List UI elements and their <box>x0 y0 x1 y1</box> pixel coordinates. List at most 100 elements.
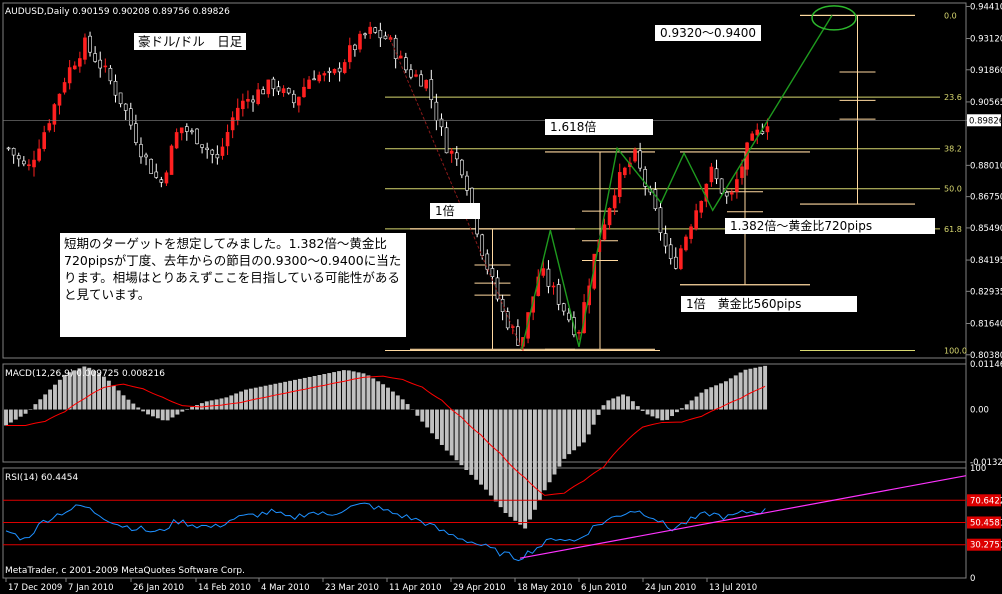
candle-body <box>62 82 67 93</box>
candle-body <box>398 55 403 59</box>
candle-body <box>714 168 719 180</box>
candle-body <box>638 150 642 169</box>
candle-body <box>144 154 148 158</box>
candle-body <box>312 78 316 81</box>
fib-level-label: 61.8 <box>944 225 962 234</box>
candle-body <box>230 117 235 131</box>
candle-body <box>302 86 306 98</box>
candle-body <box>27 164 31 167</box>
candle-body <box>164 172 169 184</box>
candle-body <box>556 284 561 305</box>
rsi-tick-label: 70.6422 <box>970 496 1002 506</box>
rsi-tick-label: 30.2751 <box>970 541 1002 551</box>
candle-body <box>235 107 240 121</box>
candle-body <box>205 147 209 150</box>
fib-level-label: 38.2 <box>944 145 962 154</box>
candle-body <box>765 126 770 133</box>
candle-body <box>663 233 668 247</box>
candle-body <box>154 171 159 178</box>
candle-body <box>11 148 16 156</box>
candle-body <box>342 62 347 73</box>
candle-body <box>118 92 123 105</box>
candle-body <box>72 65 77 70</box>
date-tick-label: 13 Jul 2010 <box>709 583 757 593</box>
footer-copyright: MetaTrader, c 2001-2009 MetaQuotes Softw… <box>5 566 245 576</box>
candle-body <box>658 207 663 233</box>
candle-body <box>567 312 571 321</box>
candle-body <box>729 192 734 195</box>
ratio-1-560-label: 1倍 黄金比560pips <box>681 296 857 312</box>
candle-body <box>322 73 327 76</box>
ratio-1-label: 1倍 <box>430 203 480 219</box>
candle-body <box>139 144 143 158</box>
candle-body <box>128 108 133 126</box>
candle-body <box>256 89 260 105</box>
date-tick-label: 4 Mar 2010 <box>261 583 309 593</box>
candle-body <box>480 234 485 256</box>
candle-body <box>607 208 612 226</box>
candle-body <box>317 74 322 82</box>
candle-body <box>419 74 423 87</box>
candle-body <box>449 150 454 154</box>
candle-body <box>200 144 204 148</box>
candle-body <box>673 256 678 269</box>
candle-body <box>735 179 739 192</box>
pair-title: 豪ドル/ドル 日足 <box>134 33 247 50</box>
candle-body <box>546 268 551 287</box>
candle-body <box>32 159 36 168</box>
rsi-trendline <box>519 475 967 559</box>
candle-body <box>353 44 357 50</box>
candle-body <box>251 99 255 103</box>
price-tick-label: 0.85490 <box>970 224 1002 234</box>
candle-body <box>612 195 617 209</box>
candle-body <box>6 147 11 150</box>
candle-body <box>653 189 658 210</box>
candle-body <box>689 226 693 239</box>
candle-body <box>373 27 378 33</box>
price-tick-label: 0.90565 <box>970 98 1002 108</box>
candle-body <box>363 33 367 36</box>
macd-tick-label: 0.01146 <box>970 360 1002 370</box>
candle-body <box>602 224 607 240</box>
price-tick-label: 0.82935 <box>970 287 1002 297</box>
candle-body <box>429 79 434 100</box>
candle-body <box>93 53 97 62</box>
candle-body <box>220 146 225 156</box>
candle-body <box>495 277 500 300</box>
candle-body <box>337 67 342 73</box>
analysis-note: 短期のターゲットを想定してみました。1.382倍〜黄金比720pipsが丁度、去… <box>60 233 406 337</box>
candle-body <box>195 128 199 145</box>
candle-body <box>617 172 622 197</box>
candle-body <box>414 74 418 77</box>
candle-body <box>368 26 372 34</box>
candle-body <box>291 93 296 104</box>
candle-body <box>78 58 82 67</box>
candle-body <box>88 35 92 53</box>
candle-body <box>113 81 118 96</box>
candle-body <box>52 104 57 125</box>
fib-level-label: 50.0 <box>944 185 962 194</box>
candle-body <box>383 35 388 40</box>
candle-body <box>740 166 744 178</box>
candle-body <box>490 268 495 277</box>
price-tick-label: 0.91860 <box>970 66 1002 76</box>
candle-body <box>577 331 581 334</box>
price-tick-label: 0.88010 <box>970 161 1002 171</box>
candle-body <box>327 70 332 73</box>
date-tick-label: 14 Feb 2010 <box>198 583 251 593</box>
candle-body <box>684 236 688 251</box>
candle-body <box>215 154 220 159</box>
candle-body <box>108 67 113 82</box>
candle-body <box>297 96 301 106</box>
candle-body <box>551 285 556 288</box>
candle-body <box>210 149 215 155</box>
candle-body <box>465 175 469 191</box>
candle-body <box>16 155 21 160</box>
price-tick-label: 0.81640 <box>970 319 1002 329</box>
candle-body <box>307 79 311 89</box>
ratio-1382-label: 1.382倍〜黄金比720pips <box>725 218 935 234</box>
target-circle <box>811 5 857 31</box>
candle-body <box>668 244 673 259</box>
candle-body <box>623 167 627 176</box>
candle-body <box>409 69 413 78</box>
